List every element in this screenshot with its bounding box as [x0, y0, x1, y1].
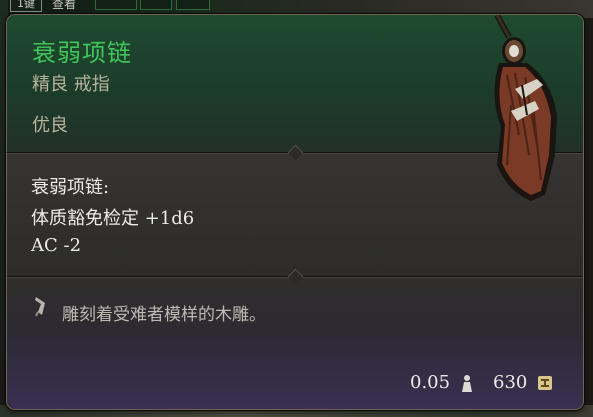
gold-coin-icon [538, 376, 552, 390]
item-tooltip: 衰弱项链 精良 戒指 优良 衰弱项链: 体质豁免检定 +1d6 AC -2 雕刻… [6, 14, 584, 410]
hotkey-badge[interactable]: 1键 [10, 0, 42, 12]
item-weight: 0.05 [410, 372, 451, 393]
item-name: 衰弱项链 [32, 39, 132, 67]
item-price: 630 [493, 372, 528, 393]
item-description: 雕刻着受难者模样的木雕。 [62, 305, 266, 325]
effect-line: 体质豁免检定 +1d6 [31, 208, 195, 229]
hotbar-slot[interactable] [95, 0, 137, 10]
carved-figure-necklace-icon [494, 15, 557, 201]
effect-line: AC -2 [31, 235, 82, 256]
item-rarity: 优良 [32, 115, 68, 136]
hotbar-slot[interactable] [140, 0, 172, 10]
feather-quill-icon [35, 297, 45, 317]
weight-icon [462, 375, 472, 392]
item-type: 精良 戒指 [32, 74, 110, 95]
hotkey-action-label: 查看 [52, 0, 77, 11]
effects-header: 衰弱项链: [31, 177, 110, 198]
hotbar-slot[interactable] [176, 0, 210, 10]
